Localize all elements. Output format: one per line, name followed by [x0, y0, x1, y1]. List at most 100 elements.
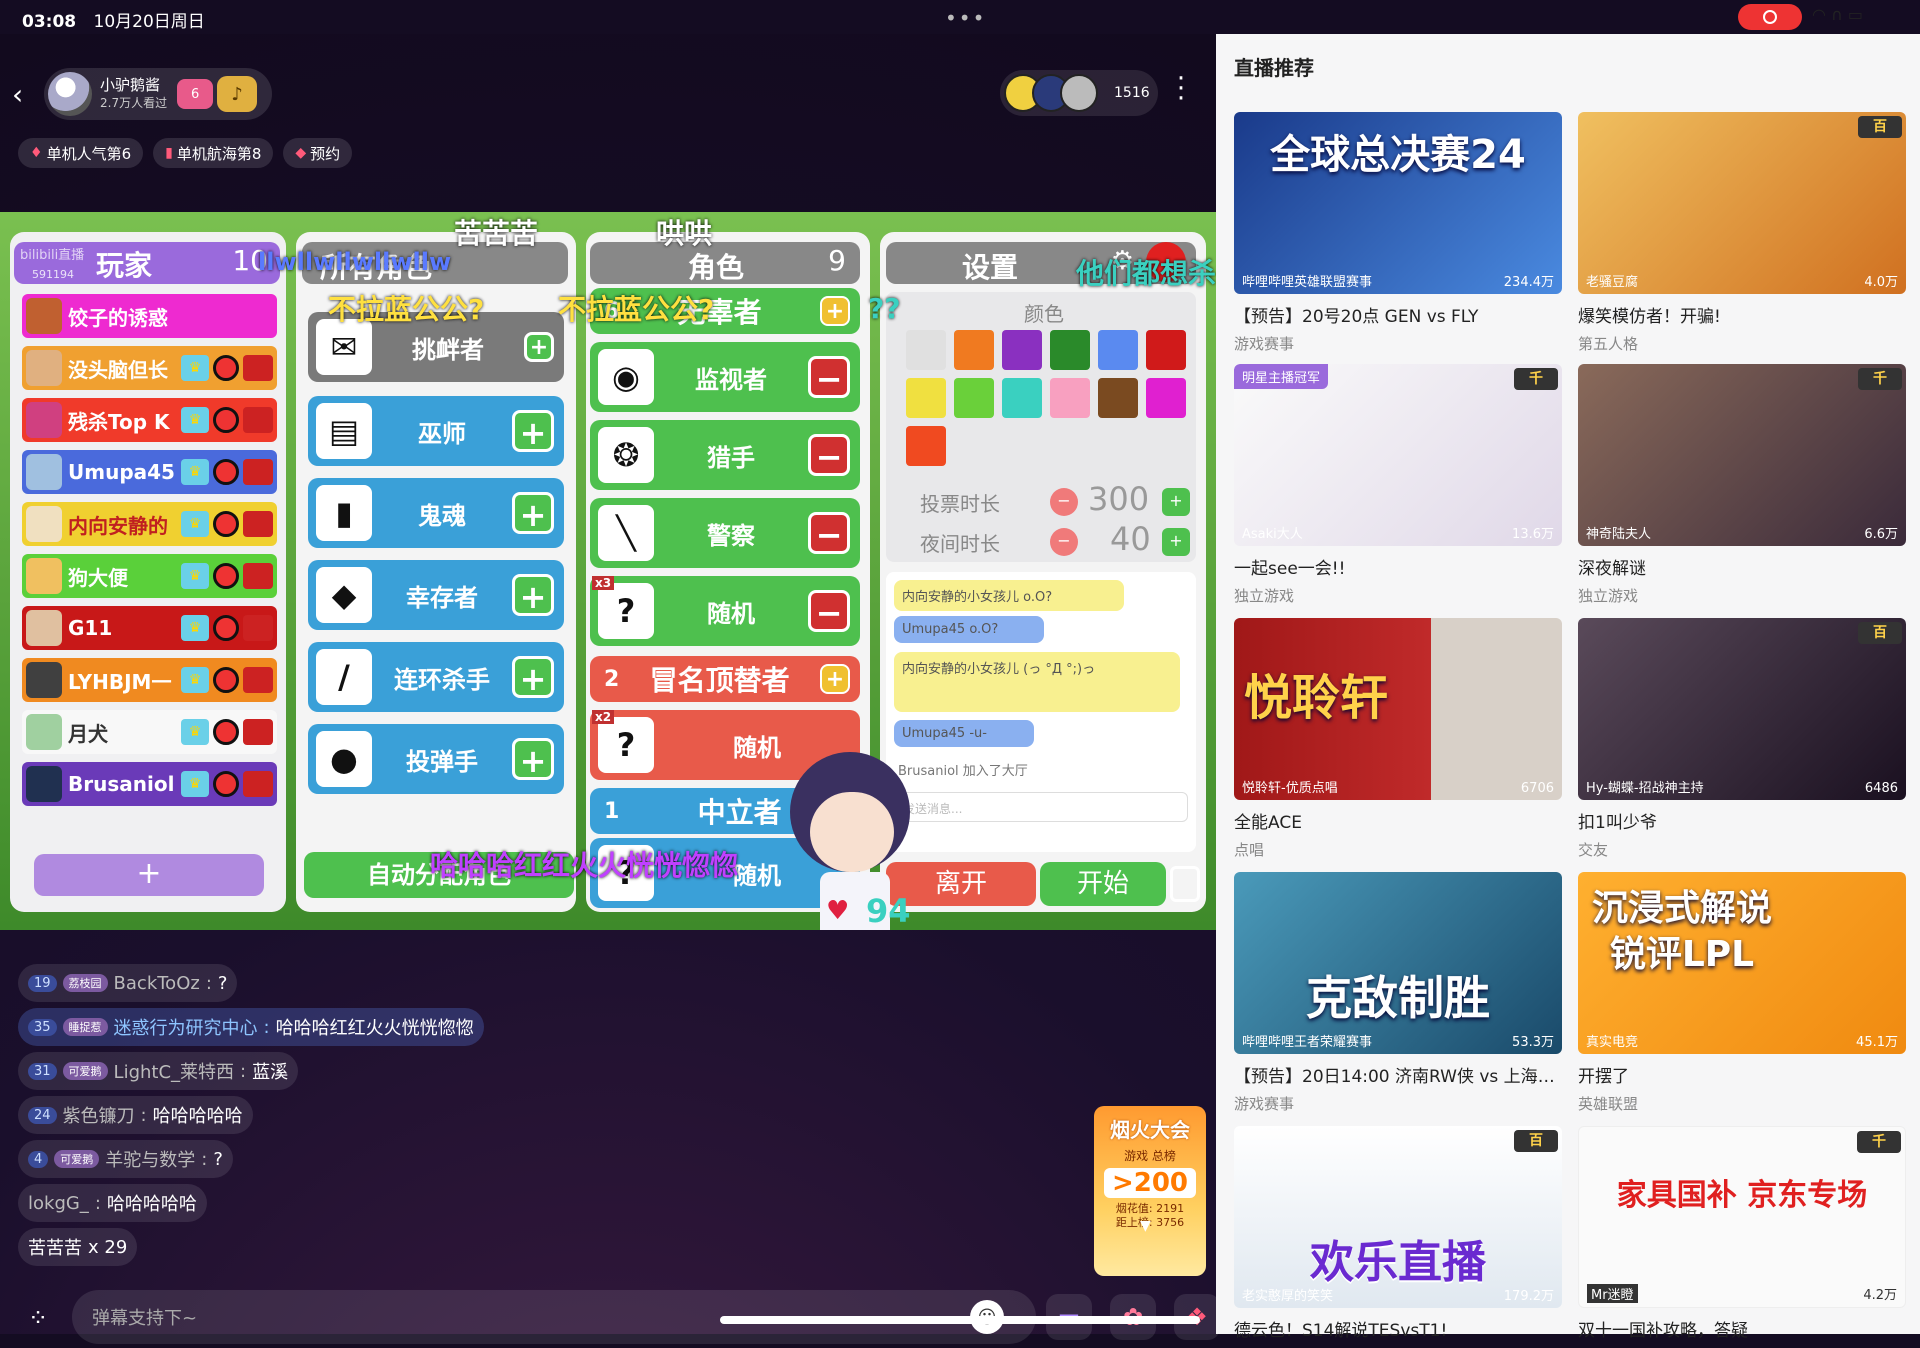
color-swatch[interactable] — [906, 378, 946, 418]
chat-item[interactable]: 35 睡捉惹 迷惑行为研究中心: 哈哈哈红红火火恍恍惚惚 — [18, 1008, 484, 1046]
add-role-button[interactable]: + — [512, 656, 554, 698]
ban-icon[interactable] — [213, 563, 239, 589]
anchor-info[interactable]: 小驴鹅酱 2.7万人看过 6 ♪ — [44, 68, 272, 120]
chat-item[interactable]: 24 紫色镰刀: 哈哈哈哈哈 — [18, 1096, 253, 1134]
remove-role-button[interactable]: − — [808, 590, 850, 632]
player-row[interactable]: 月犬 ♛ — [22, 710, 277, 754]
follow-button[interactable]: ♪ — [217, 76, 258, 112]
color-swatch[interactable] — [1002, 330, 1042, 370]
selected-role[interactable]: ◉ 监视者 − — [590, 342, 860, 412]
ban-icon[interactable] — [213, 459, 239, 485]
rank-tag-voyage[interactable]: ▮ 单机航海第8 — [153, 138, 274, 168]
player-row[interactable]: 没头脑但长 ♛ — [22, 346, 277, 390]
chevron-down-icon[interactable]: ▼ — [1140, 1218, 1151, 1234]
ban-icon[interactable] — [213, 355, 239, 381]
back-chevron-icon[interactable]: ‹ — [12, 78, 23, 111]
viewer-avatar[interactable] — [1060, 74, 1098, 112]
live-card[interactable]: 百 Hy-蝴蝶-招战神主持 6486 扣1叫少爷 交友 — [1578, 618, 1906, 860]
multitask-dots[interactable]: ••• — [945, 6, 986, 30]
color-swatch[interactable] — [1002, 378, 1042, 418]
role-button[interactable]: ◆ 幸存者 + — [308, 560, 564, 630]
player-row[interactable]: 内向安静的 ♛ — [22, 502, 277, 546]
exit-door-icon[interactable] — [1170, 866, 1200, 902]
player-row[interactable]: Brusaniol ♛ — [22, 762, 277, 806]
add-player-button[interactable]: + — [34, 854, 264, 896]
chat-item[interactable]: 4 可爱鹅 羊驼与数学:? — [18, 1140, 233, 1178]
more-vertical-icon[interactable]: · · · — [1176, 66, 1186, 112]
color-swatch[interactable] — [906, 426, 946, 466]
add-role-button[interactable]: + — [512, 410, 554, 452]
start-button[interactable]: 开始 — [1040, 862, 1166, 906]
color-swatch[interactable] — [1098, 330, 1138, 370]
add-role-button[interactable]: + — [820, 664, 850, 694]
selected-role[interactable]: ❂ 猎手 − — [590, 420, 860, 490]
player-row[interactable]: G11 ♛ — [22, 606, 277, 650]
role-button[interactable]: ● 投弹手 + — [308, 724, 564, 794]
color-swatch[interactable] — [1050, 330, 1090, 370]
player-row[interactable]: Umupa45 ♛ — [22, 450, 277, 494]
live-card[interactable]: 悦聆轩 悦聆轩-优质点唱 6706 全能ACE 点唱 — [1234, 618, 1562, 860]
live-card[interactable]: 百老骚豆腐 4.0万 爆笑模仿者！开骗! 第五人格 — [1578, 112, 1906, 354]
live-card[interactable]: 全球总决赛24 哔哩哔哩英雄联盟赛事 234.4万 【预告】20号20点 GEN v… — [1234, 112, 1562, 354]
chat-item[interactable]: 31 可爱鹅 LightC_莱特西: 蓝溪 — [18, 1052, 299, 1090]
remove-role-button[interactable]: − — [808, 512, 850, 554]
color-swatch[interactable] — [954, 330, 994, 370]
crown-icon[interactable]: ♛ — [181, 667, 209, 693]
fan-level-badge[interactable]: 6 — [177, 79, 214, 109]
color-swatch[interactable] — [954, 378, 994, 418]
role-button[interactable]: ▤ 巫师 + — [308, 396, 564, 466]
live-card[interactable]: 千神奇陆夫人 6.6万 深夜解谜 独立游戏 — [1578, 364, 1906, 606]
color-swatch[interactable] — [1146, 330, 1186, 370]
color-swatch[interactable] — [1146, 378, 1186, 418]
remove-role-button[interactable]: − — [808, 356, 850, 398]
anchor-avatar[interactable] — [48, 72, 92, 116]
chat-item[interactable]: 19 荔枝园 BackToOz:? — [18, 964, 238, 1002]
chat-item[interactable]: lokgG_: 哈哈哈哈哈 — [18, 1184, 207, 1222]
crown-icon[interactable]: ♛ — [181, 355, 209, 381]
live-card[interactable]: 明星主播冠军 千 Asaki大人 13.6万 一起see一会!! 独立游戏 — [1234, 364, 1562, 606]
event-rank-card[interactable]: 烟火大会 游戏 总榜 >200 烟花值: 2191 距上榜: 3756 — [1094, 1106, 1206, 1276]
selected-role[interactable]: ╲ 警察 − — [590, 498, 860, 568]
role-button[interactable]: ▮ 鬼魂 + — [308, 478, 564, 548]
live-card[interactable]: 沉浸式解说 锐评LPL 真实电竞 45.1万 开摆了 英雄联盟 — [1578, 872, 1906, 1114]
apps-grid-icon[interactable]: ⁘ — [18, 1298, 58, 1338]
crown-icon[interactable]: ♛ — [181, 407, 209, 433]
color-swatch[interactable] — [906, 330, 946, 370]
remove-role-button[interactable]: − — [808, 434, 850, 476]
kick-icon[interactable] — [243, 511, 273, 537]
rank-tag-popularity[interactable]: ♦ 单机人气第6 — [18, 138, 144, 168]
reserve-tag[interactable]: ◆ 预约 — [283, 138, 353, 168]
kick-icon[interactable] — [243, 459, 273, 485]
chat-item[interactable]: 苦苦苦 x 29 — [18, 1228, 138, 1266]
live-card[interactable]: 千家具国补 京东专场 Mr迷瞪 4.2万 双十一国补攻略，答疑 — [1578, 1126, 1906, 1341]
kick-icon[interactable] — [243, 615, 273, 641]
kick-icon[interactable] — [243, 667, 273, 693]
kick-icon[interactable] — [243, 771, 273, 797]
crown-icon[interactable]: ♛ — [181, 615, 209, 641]
kick-icon[interactable] — [243, 355, 273, 381]
ban-icon[interactable] — [213, 407, 239, 433]
add-role-button[interactable]: + — [820, 296, 850, 326]
add-role-button[interactable]: + — [512, 738, 554, 780]
add-role-button[interactable]: + — [512, 574, 554, 616]
player-row[interactable]: 狗大便 ♛ — [22, 554, 277, 598]
screen-record-indicator[interactable] — [1738, 4, 1802, 30]
crown-icon[interactable]: ♛ — [181, 771, 209, 797]
crown-icon[interactable]: ♛ — [181, 563, 209, 589]
night-minus-button[interactable]: − — [1050, 528, 1078, 556]
crown-icon[interactable]: ♛ — [181, 719, 209, 745]
kick-icon[interactable] — [243, 407, 273, 433]
live-card[interactable]: 克敌制胜 哔哩哔哩王者荣耀赛事 53.3万 【预告】20日14:00 济南RW侠 v… — [1234, 872, 1562, 1114]
live-card[interactable]: 百欢乐直播 老实憨厚的笑笑 179.2万 德云色！S14解说TESvsT1! — [1234, 1126, 1562, 1341]
player-row[interactable]: LYHBJM一 ♛ — [22, 658, 277, 702]
player-row[interactable]: 饺子的诱惑 — [22, 294, 277, 338]
ban-icon[interactable] — [213, 771, 239, 797]
game-video[interactable]: bilibili直播 591194 玩家 10 饺子的诱惑 没头脑但长 ♛ 残杀T… — [0, 212, 1216, 930]
player-row[interactable]: 残杀Top K ♛ — [22, 398, 277, 442]
add-role-button[interactable]: + — [512, 492, 554, 534]
ban-icon[interactable] — [213, 719, 239, 745]
kick-icon[interactable] — [243, 719, 273, 745]
vote-minus-button[interactable]: − — [1050, 488, 1078, 516]
add-role-button[interactable]: + — [524, 332, 554, 362]
viewer-list[interactable]: 1516 — [1000, 70, 1158, 116]
